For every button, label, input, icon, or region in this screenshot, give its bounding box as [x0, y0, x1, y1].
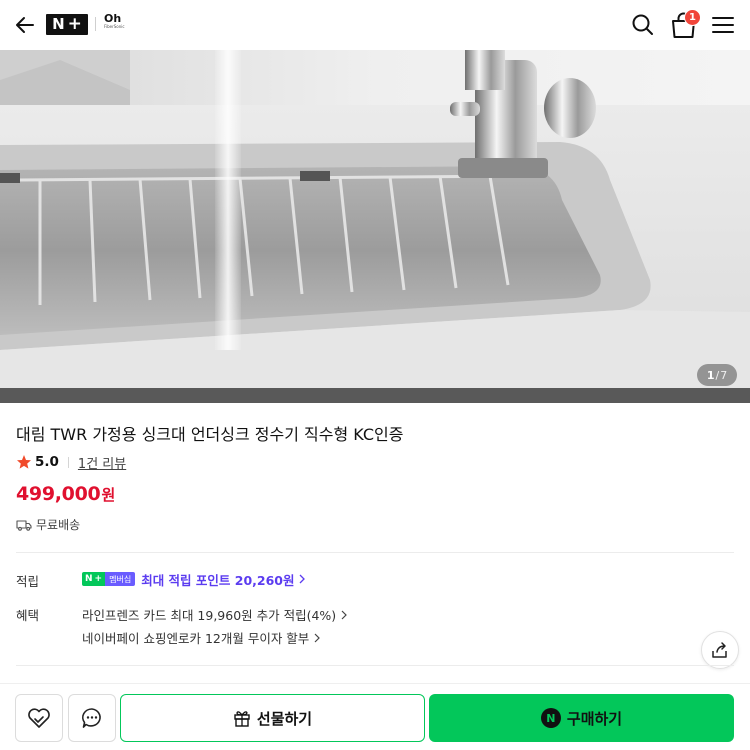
section-divider	[16, 665, 734, 666]
top-header: N + Oh FiberSonic 1	[0, 0, 750, 50]
rating-divider	[67, 456, 69, 468]
talk-talk-button[interactable]	[68, 694, 116, 742]
badge-plus: +	[94, 574, 103, 584]
gift-icon	[234, 711, 250, 727]
store-logo[interactable]: Oh FiberSonic	[104, 13, 128, 35]
naver-pay-icon: N	[540, 708, 561, 728]
search-icon[interactable]	[630, 12, 656, 38]
badge-membership-text: 멤버십	[105, 572, 136, 586]
rating-row: 5.0 1건 리뷰	[16, 452, 126, 472]
heart-icon	[28, 708, 50, 728]
naver-plus-membership-badge: N + 멤버십	[82, 572, 136, 586]
accrual-label: 적립	[16, 574, 40, 589]
membership-points-link[interactable]: N + 멤버십 최대 적립 포인트 20,260원	[82, 570, 306, 588]
star-icon	[17, 455, 31, 469]
installment-benefit-text: 네이버페이 쇼핑엔로카 12개월 무이자 할부	[82, 631, 310, 646]
store-logo-subtext: FiberSonic	[104, 24, 125, 29]
share-icon	[712, 642, 727, 658]
price: 499,000 원	[16, 483, 115, 505]
logo-plus: +	[67, 14, 82, 34]
price-unit: 원	[101, 486, 116, 504]
bottom-action-bar: 선물하기 N 구매하기	[0, 683, 750, 750]
badge-left: N +	[82, 572, 106, 586]
product-image[interactable]	[0, 50, 750, 403]
sink-photo	[0, 50, 750, 403]
gift-button[interactable]: 선물하기	[120, 694, 425, 742]
chevron-right-icon	[300, 574, 306, 584]
image-counter: 1 / 7	[697, 364, 737, 386]
wishlist-button[interactable]	[15, 694, 63, 742]
gift-button-label: 선물하기	[256, 709, 313, 728]
hamburger-menu-icon[interactable]	[710, 12, 736, 38]
badge-n: N	[85, 574, 93, 584]
delivery-truck-icon	[16, 519, 32, 531]
cart-count-badge: 1	[684, 9, 701, 26]
chat-bubble-icon	[82, 708, 101, 728]
image-counter-total: 7	[720, 368, 728, 382]
shipping-text: 무료배송	[36, 518, 81, 532]
shipping-info: 무료배송	[16, 516, 80, 533]
logo-n: N	[52, 15, 65, 33]
image-counter-current: 1	[706, 368, 715, 382]
share-button[interactable]	[701, 631, 739, 669]
review-count-link[interactable]: 1건 리뷰	[78, 453, 126, 472]
buy-button-label: 구매하기	[566, 709, 623, 728]
chevron-right-icon	[314, 633, 321, 642]
back-arrow-icon[interactable]	[12, 12, 38, 38]
naver-plus-store-logo[interactable]: N +	[46, 14, 88, 35]
image-counter-separator: /	[715, 368, 720, 382]
max-points-text: 최대 적립 포인트 20,260원	[141, 572, 295, 588]
rating-value: 5.0	[35, 454, 59, 470]
section-divider	[16, 552, 734, 553]
price-number: 499,000	[16, 483, 101, 505]
store-logo-text: Oh	[104, 12, 122, 25]
benefit-label: 혜택	[16, 608, 40, 623]
installment-benefit-link[interactable]: 네이버페이 쇼핑엔로카 12개월 무이자 할부	[82, 628, 321, 647]
card-benefit-text: 라인프렌즈 카드 최대 19,960원 추가 적립(4%)	[82, 608, 337, 623]
card-benefit-link[interactable]: 라인프렌즈 카드 최대 19,960원 추가 적립(4%)	[82, 605, 348, 624]
buy-button[interactable]: N 구매하기	[429, 694, 734, 742]
chevron-right-icon	[341, 610, 348, 619]
product-title: 대림 TWR 가정용 싱크대 언더싱크 정수기 직수형 KC인증	[16, 425, 404, 444]
logo-divider	[95, 17, 96, 31]
